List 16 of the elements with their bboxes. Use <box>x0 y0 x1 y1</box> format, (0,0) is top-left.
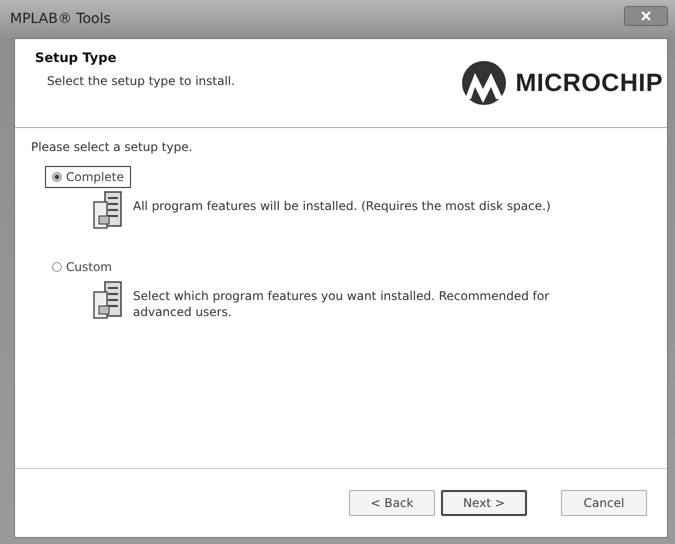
close-icon <box>639 10 653 22</box>
page-heading: Setup Type <box>35 51 118 66</box>
dialog-button[interactable]: < Back <box>349 490 435 516</box>
page-subtitle: Select the setup type to install. <box>47 74 235 88</box>
computer-icon <box>91 280 125 320</box>
radio-option[interactable]: Complete <box>45 166 131 188</box>
instruction-text: Please select a setup type. <box>31 140 194 154</box>
dialog-button[interactable]: Next > <box>441 490 527 516</box>
option-description: All program features will be installed. (Requires the most disk space.) <box>133 198 552 214</box>
window-title: MPLAB® Tools <box>10 11 111 27</box>
computer-icon <box>91 190 125 230</box>
dialog-button[interactable]: Cancel <box>561 490 647 516</box>
radio-option[interactable]: Custom <box>45 256 119 278</box>
option-description: Select which program features you want installed. Recommended for advanced users. <box>133 288 550 320</box>
close-button[interactable] <box>624 6 668 26</box>
logo-text: MICROCHIP <box>515 68 663 98</box>
